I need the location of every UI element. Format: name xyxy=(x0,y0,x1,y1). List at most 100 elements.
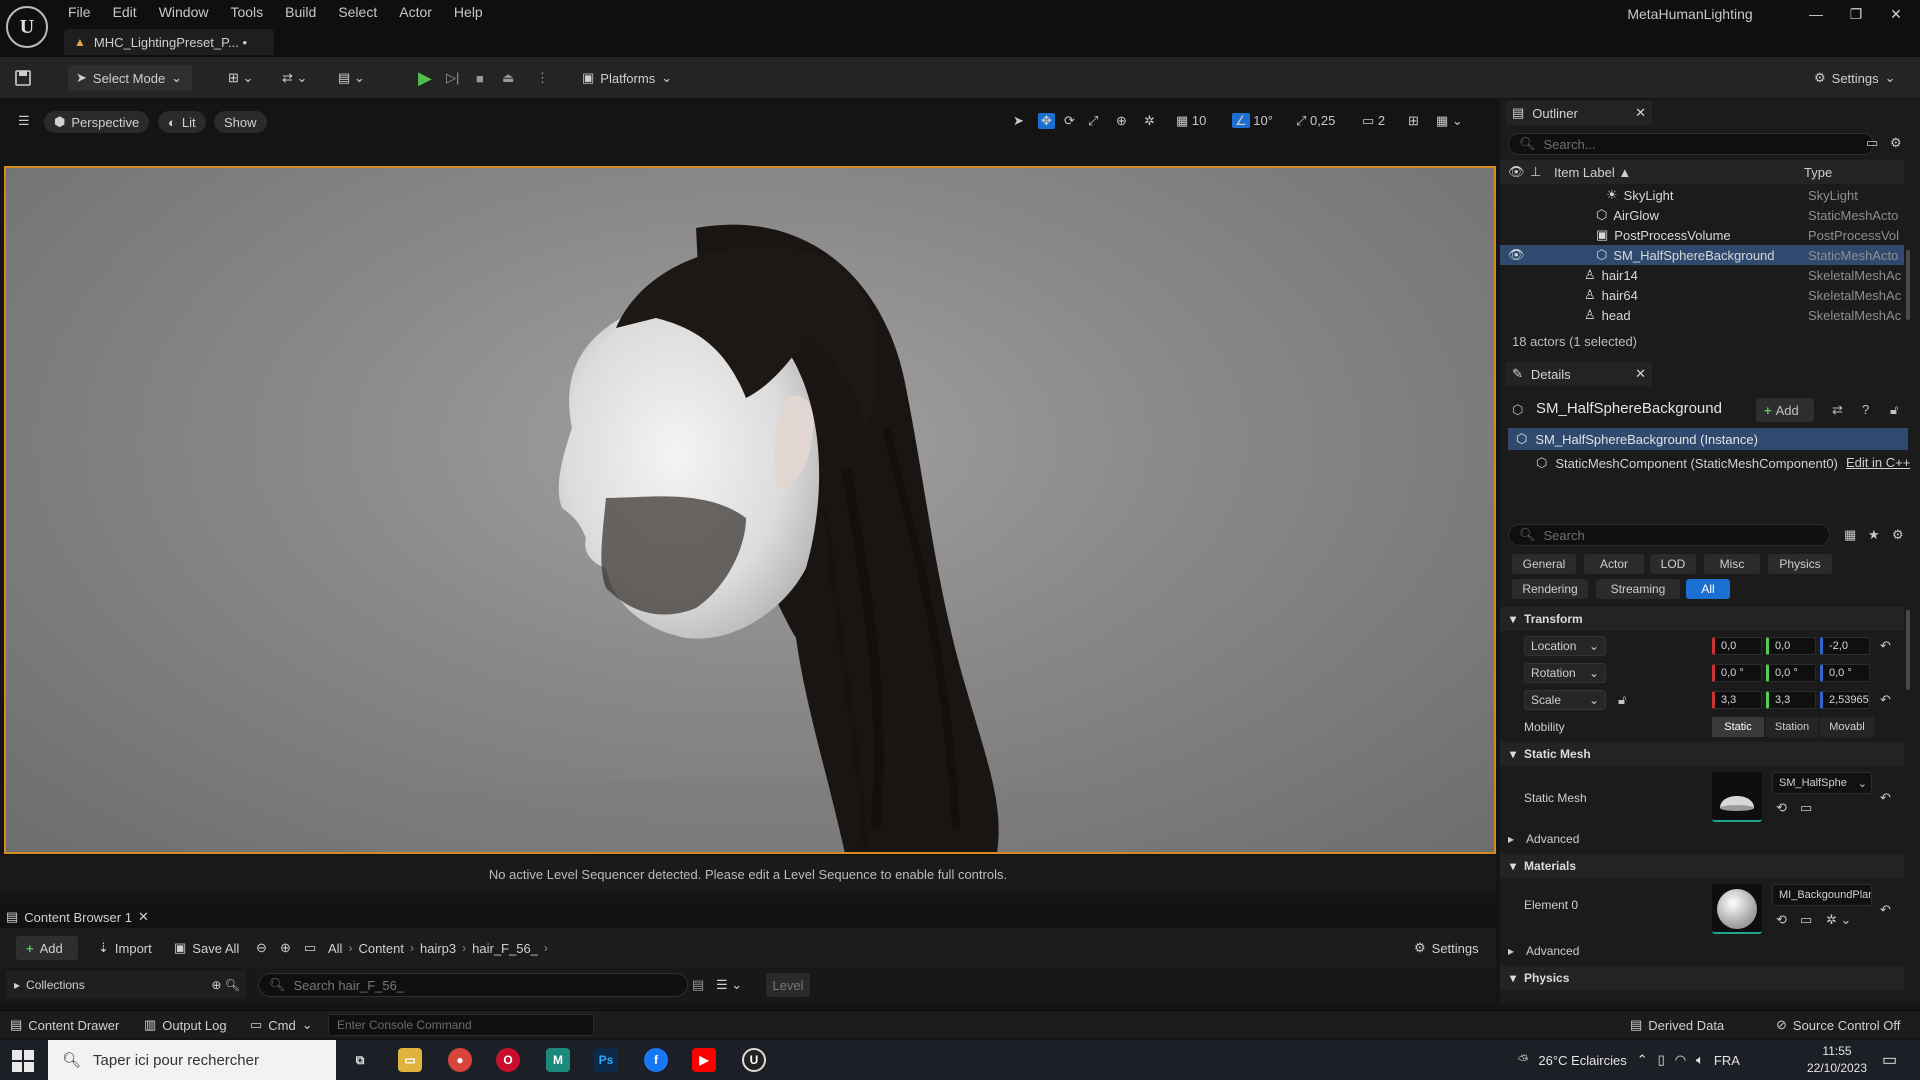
import-button[interactable]: ⇣ Import xyxy=(98,936,152,960)
location-z-field[interactable]: -2,0 xyxy=(1820,637,1870,655)
edit-in-cpp-link[interactable]: Edit in C++ xyxy=(1846,455,1910,470)
static-mesh-thumbnail[interactable] xyxy=(1712,772,1762,822)
task-view-icon[interactable]: ⧉ xyxy=(348,1048,372,1072)
level-viewport[interactable] xyxy=(4,166,1496,854)
content-search-input[interactable]: 🔍︎ Search hair_F_56_ xyxy=(258,973,688,997)
use-selected-material-icon[interactable]: ⟲ xyxy=(1776,912,1787,928)
menu-window[interactable]: Window xyxy=(149,2,221,22)
static-mesh-asset-dropdown[interactable]: SM_HalfSphe ⌄ xyxy=(1772,772,1872,794)
save-search-icon[interactable]: ▤ xyxy=(692,973,704,997)
outliner-settings-icon[interactable]: ⚙ xyxy=(1890,135,1902,151)
rotation-x-field[interactable]: 0,0 ° xyxy=(1712,664,1762,682)
facebook-icon[interactable]: f xyxy=(644,1048,668,1072)
show-button[interactable]: Show xyxy=(214,111,267,133)
weather-text[interactable]: 26°C Eclaircies xyxy=(1538,1053,1626,1068)
filter-all[interactable]: All xyxy=(1686,579,1730,599)
save-all-button[interactable]: ▣ Save All xyxy=(174,936,239,960)
material-options-icon[interactable]: ✲ ⌄ xyxy=(1826,912,1851,928)
scale-z-field[interactable]: 2,53965 xyxy=(1820,691,1870,709)
rotate-tool-icon[interactable]: ⟳ xyxy=(1064,113,1075,129)
menu-file[interactable]: File xyxy=(58,2,103,22)
select-mode-dropdown[interactable]: ➤ Select Mode ⌄ xyxy=(68,65,192,91)
add-component-button[interactable]: + Add xyxy=(1756,398,1814,422)
physics-section-header[interactable]: ▾ Physics xyxy=(1500,966,1904,990)
windows-start-icon[interactable] xyxy=(12,1050,34,1072)
outliner-row[interactable]: ♙ hair64 SkeletalMeshAc xyxy=(1500,285,1904,305)
blueprint-convert-icon[interactable]: ⇄ xyxy=(1832,402,1843,418)
select-tool-icon[interactable]: ➤ xyxy=(1013,113,1024,129)
material-thumbnail[interactable] xyxy=(1712,884,1762,934)
world-space-icon[interactable]: ⊕ xyxy=(1116,113,1127,129)
reset-material-icon[interactable]: ↶ xyxy=(1880,902,1891,918)
settings-button[interactable]: ⚙ Settings ⌄ xyxy=(1814,65,1896,91)
reset-location-icon[interactable]: ↶ xyxy=(1880,638,1891,654)
table-view-icon[interactable]: ▦ xyxy=(1844,527,1856,543)
derived-data-button[interactable]: ▤ Derived Data xyxy=(1630,1016,1724,1034)
static-mesh-section-header[interactable]: ▾ Static Mesh xyxy=(1500,742,1904,766)
materials-advanced[interactable]: ▸ Advanced xyxy=(1508,944,1579,958)
mobility-stationary[interactable]: Station xyxy=(1766,717,1818,737)
notifications-icon[interactable]: ▭ xyxy=(1882,1050,1897,1070)
unreal-logo-icon[interactable]: U xyxy=(6,6,48,48)
details-tab[interactable]: ✎ Details ✕ xyxy=(1506,362,1652,386)
actor-instance-row[interactable]: ⬡ SM_HalfSphereBackground (Instance) xyxy=(1508,428,1908,450)
blueprint-icon[interactable]: ⇄ ⌄ xyxy=(282,65,307,91)
breadcrumb-all[interactable]: All xyxy=(328,941,342,956)
battery-icon[interactable]: ▯ xyxy=(1658,1052,1665,1068)
rotation-dropdown[interactable]: Rotation ⌄ xyxy=(1524,663,1606,683)
level-filter-chip[interactable]: Level xyxy=(766,973,810,997)
surface-snap-icon[interactable]: ✲ xyxy=(1144,113,1155,129)
output-log-button[interactable]: ▥ Output Log xyxy=(144,1016,227,1034)
filter-general[interactable]: General xyxy=(1512,554,1576,574)
tray-chevron-icon[interactable]: ⌃ xyxy=(1637,1052,1648,1068)
scale-x-field[interactable]: 3,3 xyxy=(1712,691,1762,709)
network-icon[interactable]: ◠ xyxy=(1675,1052,1686,1068)
cb-settings-button[interactable]: ⚙ Settings xyxy=(1414,936,1479,960)
menu-actor[interactable]: Actor xyxy=(389,2,444,22)
grid-snap-button[interactable]: ▦ 10 xyxy=(1176,113,1206,129)
translate-tool-icon[interactable]: ✥ xyxy=(1038,113,1055,129)
menu-select[interactable]: Select xyxy=(328,2,389,22)
content-browser-tab[interactable]: ▤ Content Browser 1 ✕ xyxy=(6,906,149,928)
source-control-button[interactable]: ⊘ Source Control Off xyxy=(1776,1016,1900,1034)
scale-y-field[interactable]: 3,3 xyxy=(1766,691,1816,709)
opera-icon[interactable]: O xyxy=(496,1048,520,1072)
menu-tools[interactable]: Tools xyxy=(220,2,275,22)
cmd-dropdown[interactable]: ▭ Cmd ⌄ xyxy=(250,1016,313,1034)
unreal-engine-taskbar-icon[interactable]: U xyxy=(742,1048,766,1072)
add-collection-icon[interactable]: ⊕ 🔍︎ xyxy=(211,978,240,992)
filter-actor[interactable]: Actor xyxy=(1584,554,1644,574)
close-details-icon[interactable]: ✕ xyxy=(1635,366,1646,382)
maya-icon[interactable]: M xyxy=(546,1048,570,1072)
content-drawer-button[interactable]: ▤ Content Drawer xyxy=(10,1016,119,1034)
scale-dropdown[interactable]: Scale ⌄ xyxy=(1524,690,1606,710)
help-icon[interactable]: ? xyxy=(1862,402,1869,417)
more-options-icon[interactable]: ⋮ xyxy=(536,65,549,91)
level-document-tab[interactable]: ▲ MHC_LightingPreset_P... • xyxy=(64,29,274,55)
camera-speed-button[interactable]: ▭ 2 xyxy=(1362,113,1385,129)
location-x-field[interactable]: 0,0 xyxy=(1712,637,1762,655)
materials-section-header[interactable]: ▾ Materials xyxy=(1500,854,1904,878)
back-icon[interactable]: ⊖ xyxy=(256,936,267,960)
use-selected-asset-icon[interactable]: ⟲ xyxy=(1776,800,1787,816)
location-dropdown[interactable]: Location ⌄ xyxy=(1524,636,1606,656)
language-indicator[interactable]: FRA xyxy=(1714,1053,1740,1068)
viewport-layout-icon[interactable]: ⊞ xyxy=(1408,113,1419,129)
outliner-row-selected[interactable]: 👁︎ ⬡ SM_HalfSphereBackground StaticMeshAc… xyxy=(1500,245,1904,265)
add-button[interactable]: + Add xyxy=(16,936,78,960)
static-mesh-advanced[interactable]: ▸ Advanced xyxy=(1508,832,1579,846)
platforms-button[interactable]: ▣ Platforms ⌄ xyxy=(582,65,672,91)
reset-static-mesh-icon[interactable]: ↶ xyxy=(1880,790,1891,806)
breadcrumb-content[interactable]: Content xyxy=(358,941,404,956)
visibility-eye-icon[interactable]: 👁︎ xyxy=(1508,247,1525,263)
outliner-row[interactable]: ☀︎ SkyLight SkyLight xyxy=(1500,185,1904,205)
play-icon[interactable]: ▶ xyxy=(418,65,432,91)
photoshop-icon[interactable]: Ps xyxy=(594,1048,618,1072)
reset-scale-icon[interactable]: ↶ xyxy=(1880,692,1891,708)
stop-icon[interactable]: ■ xyxy=(476,65,484,91)
chrome-icon[interactable]: ● xyxy=(448,1048,472,1072)
hamburger-menu-icon[interactable]: ☰ xyxy=(18,113,30,129)
material-asset-dropdown[interactable]: MI_BackgoundPlane xyxy=(1772,884,1872,906)
filter-streaming[interactable]: Streaming xyxy=(1596,579,1680,599)
details-search-input[interactable]: 🔍︎ Search xyxy=(1508,524,1830,546)
